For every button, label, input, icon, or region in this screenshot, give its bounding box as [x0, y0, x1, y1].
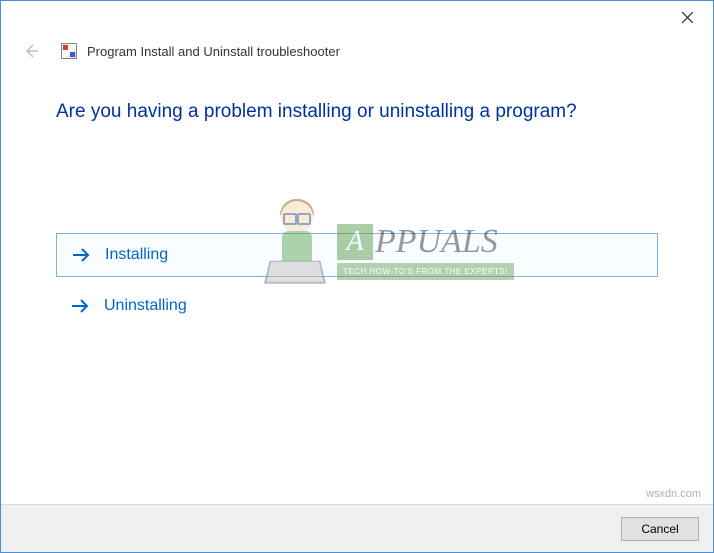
back-button — [21, 41, 41, 61]
titlebar — [1, 1, 713, 33]
wizard-title: Program Install and Uninstall troublesho… — [87, 44, 340, 59]
option-label: Installing — [105, 246, 168, 264]
arrow-right-icon — [70, 298, 90, 314]
page-title: Are you having a problem installing or u… — [56, 101, 658, 123]
troubleshooter-icon — [61, 43, 77, 59]
wizard-content: Are you having a problem installing or u… — [1, 71, 713, 327]
arrow-right-icon — [71, 247, 91, 263]
close-icon — [682, 12, 693, 23]
option-uninstalling[interactable]: Uninstalling — [56, 285, 658, 327]
wizard-header: Program Install and Uninstall troublesho… — [1, 33, 713, 71]
option-installing[interactable]: Installing — [56, 233, 658, 277]
wizard-footer: Cancel — [1, 504, 713, 552]
option-label: Uninstalling — [104, 297, 187, 315]
watermark-site: wsxdn.com — [646, 488, 701, 500]
close-button[interactable] — [667, 3, 707, 31]
cancel-button[interactable]: Cancel — [621, 517, 699, 541]
back-arrow-icon — [23, 43, 39, 59]
